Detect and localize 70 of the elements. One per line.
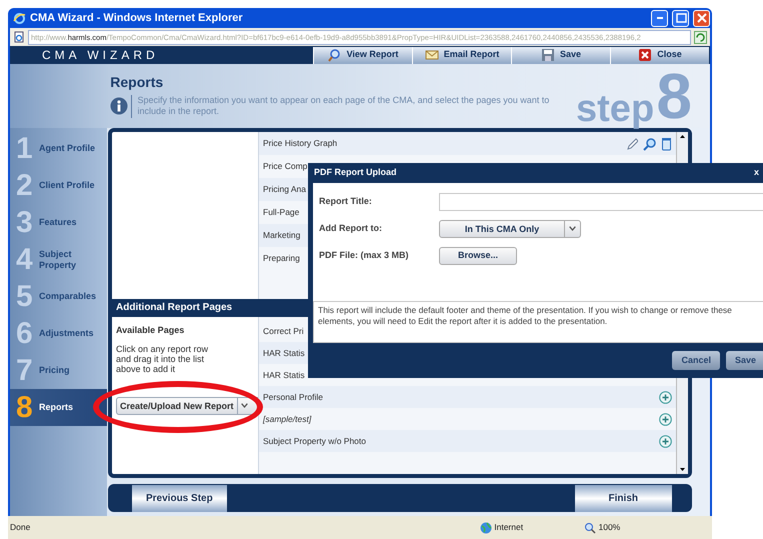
list-row-text: Subject Property w/o Photo [263, 434, 366, 448]
list-row-text: Correct Pri [263, 324, 304, 338]
add-icon [659, 434, 672, 448]
close-button[interactable] [693, 10, 710, 26]
status-text: Done [10, 521, 32, 534]
list-row-text: HAR Statis [263, 346, 305, 360]
globe-icon [480, 522, 492, 534]
toolbar-button[interactable]: Email Report [412, 46, 511, 64]
wizard-step[interactable]: 3 Features [10, 204, 107, 241]
dialog-button[interactable]: Cancel [672, 351, 720, 370]
wizard-step[interactable]: 5 Comparables [10, 278, 107, 315]
zoom-level[interactable]: 100% [598, 521, 620, 534]
input-field[interactable] [439, 192, 763, 210]
wizard-step[interactable]: 7 Pricing [10, 352, 107, 389]
field-label: Add Report to: [319, 222, 383, 235]
info-note: This report will include the default footer and theme of the presentation. If you wish to change or remove these elements, you will need to Edit the report after it is added to the presentation. [313, 301, 763, 343]
list-row-text: Personal Profile [263, 390, 324, 404]
list-row-text: HAR Statis [263, 368, 305, 382]
list-row-text: Marketing [263, 229, 300, 242]
list-row-text: Preparing [263, 252, 300, 265]
minimize-button[interactable] [651, 10, 668, 26]
field-label: PDF File: (max 3 MB) [319, 248, 410, 262]
search-icon [642, 136, 656, 150]
dialog-button[interactable]: Save [726, 351, 763, 370]
page-title: Reports [110, 73, 164, 92]
minimize-icon [656, 17, 662, 19]
previous-step-button[interactable]: Previous Step [132, 484, 227, 512]
zone-text: Internet [494, 521, 524, 534]
trash-icon [661, 136, 672, 150]
caret-icon [569, 226, 576, 231]
section-label: Available Pages [116, 324, 186, 337]
instruction-text: Click on any report row and drag it into the list above to add it [116, 344, 210, 375]
refresh-icon [694, 30, 707, 44]
add-icon [659, 412, 672, 426]
magnifier-icon [328, 48, 342, 62]
browse-button[interactable]: Browse... [439, 246, 517, 264]
maximize-icon [674, 11, 688, 25]
list-row-text: Price Comp [263, 160, 308, 173]
field-label: Report Title: [319, 194, 373, 208]
toolbar-button[interactable]: View Report [313, 46, 412, 64]
pencil-icon [626, 136, 638, 150]
info-icon [110, 97, 128, 116]
step-number: 8 [656, 64, 692, 128]
dialog-close-button[interactable]: x [754, 166, 759, 180]
toolbar-button[interactable]: Close [610, 46, 709, 64]
wizard-step[interactable]: 8 Reports [10, 389, 107, 426]
toolbar-button[interactable]: Save [511, 46, 610, 64]
add-icon [659, 390, 672, 404]
finish-button[interactable]: Finish [574, 484, 672, 512]
list-row-text: [sample/test] [263, 412, 312, 426]
envelope-icon [424, 48, 439, 62]
list-row-text: Full-Page [263, 206, 300, 219]
dropdown[interactable]: In This CMA Only [439, 220, 581, 238]
wizard-step[interactable]: 2 Client Profile [10, 167, 107, 204]
list-row-text: Price History Graph [263, 137, 338, 150]
maximize-button[interactable] [672, 10, 689, 26]
list-row-text: Pricing Ana [263, 183, 306, 196]
caret-icon [240, 403, 248, 408]
wizard-step[interactable]: 6 Adjustments [10, 315, 107, 352]
wizard-step[interactable]: 1 Agent Profile [10, 130, 107, 167]
close-icon [638, 48, 652, 62]
dialog-title: PDF Report Upload [314, 166, 396, 180]
step-label: step [576, 90, 654, 128]
page-icon [13, 31, 25, 43]
instruction-text: Specify the information you want to appear on each page of the CMA, and select the pages you want to include in the report. [130, 95, 570, 118]
close-icon [694, 11, 708, 25]
window-title: CMA Wizard - Windows Internet Explorer [30, 10, 244, 26]
ie-logo-icon [13, 12, 26, 24]
zoom-icon [584, 522, 596, 534]
logo: CMA WIZARD [41, 47, 160, 64]
